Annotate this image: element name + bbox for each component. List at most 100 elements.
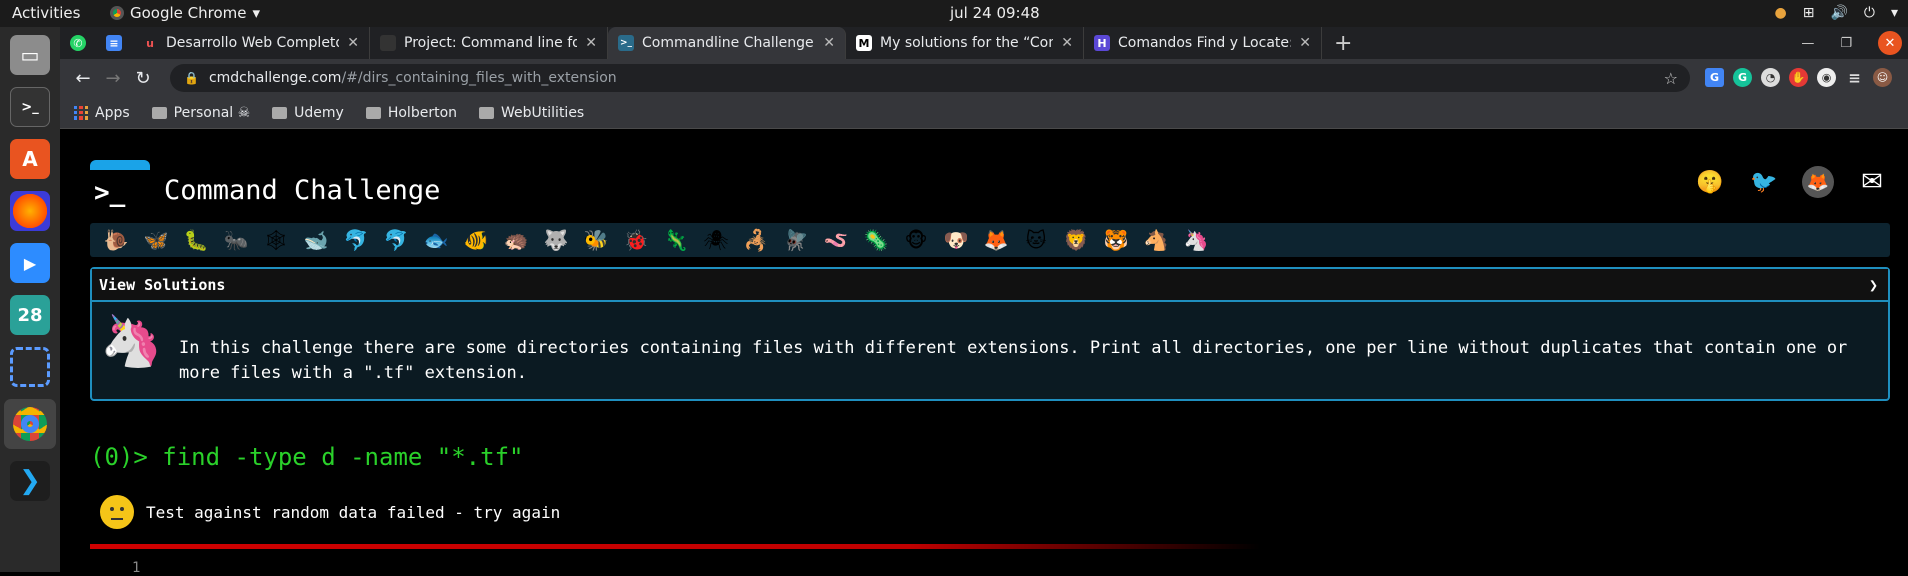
docs-icon: ≡: [106, 35, 122, 51]
firefox-icon[interactable]: [10, 191, 50, 231]
command-line[interactable]: (0)> find -type d -name "*.tf": [90, 443, 523, 471]
challenge-description: In this challenge there are some directo…: [179, 338, 1848, 383]
level-icon[interactable]: 🪰: [776, 223, 816, 257]
back-arrow-icon[interactable]: ←: [68, 68, 98, 89]
screenshot-icon[interactable]: [10, 347, 50, 387]
new-tab-button[interactable]: +: [1322, 27, 1364, 59]
tab-desarrollo-web[interactable]: u Desarrollo Web Completo ✕: [132, 27, 370, 59]
level-icon[interactable]: 🐶: [936, 223, 976, 257]
lock-icon[interactable]: 🔒: [184, 71, 199, 85]
activities-button[interactable]: Activities: [12, 4, 80, 22]
app-menu[interactable]: Google Chrome ▾: [110, 4, 260, 22]
files-icon[interactable]: ▭: [10, 35, 50, 75]
address-bar[interactable]: 🔒 cmdchallenge.com/#/dirs_containing_fil…: [170, 64, 1690, 92]
level-icon[interactable]: 🕷: [696, 223, 736, 257]
view-solutions-toggle[interactable]: View Solutions ❯: [92, 269, 1888, 302]
bookmark-star-icon[interactable]: ☆: [1664, 69, 1678, 88]
level-icon[interactable]: 🦔: [496, 223, 536, 257]
terminal-favicon-icon: >_: [618, 35, 634, 51]
level-icon[interactable]: 🦋: [136, 223, 176, 257]
twitter-icon[interactable]: 🐦: [1748, 166, 1780, 198]
pinned-tab-whatsapp[interactable]: ✆: [60, 27, 96, 59]
level-icon[interactable]: 🐺: [536, 223, 576, 257]
level-icon[interactable]: 🐯: [1096, 223, 1136, 257]
sad-face-icon: [100, 495, 134, 529]
level-icon[interactable]: 🦁: [1056, 223, 1096, 257]
level-selector: 🐌 🦋 🐛 🐜 🕸 🐋 🐬 🐬 🐟 🐠 🦔 🐺 🐝 🐞 🦎 🕷 🦂 🪰 🪱 🦠 🐵 🐶 🦊 🐱 🦁 🐯 🐴 🦄: [90, 223, 1890, 257]
level-icon[interactable]: 🐟: [416, 223, 456, 257]
mail-icon[interactable]: ✉: [1856, 166, 1888, 198]
level-icon[interactable]: 🦊: [976, 223, 1016, 257]
level-icon[interactable]: 🐵: [896, 223, 936, 257]
blog-icon: H: [1094, 35, 1110, 51]
close-icon[interactable]: ✕: [1061, 35, 1073, 51]
eye-icon[interactable]: ◉: [1817, 68, 1836, 87]
close-icon[interactable]: ✕: [823, 35, 835, 51]
level-icon[interactable]: 🪱: [816, 223, 856, 257]
hush-emoji-icon[interactable]: 🤫: [1694, 166, 1726, 198]
forward-arrow-icon[interactable]: →: [98, 68, 128, 89]
reload-icon[interactable]: ↻: [128, 68, 158, 89]
whatsapp-icon: ✆: [70, 35, 86, 51]
terminal-icon[interactable]: >_: [10, 87, 50, 127]
bookmark-personal[interactable]: Personal ☠: [151, 105, 250, 121]
tab-commandline-challenge[interactable]: >_ Commandline Challenge ✕: [608, 27, 846, 59]
level-icon[interactable]: 🕸: [256, 223, 296, 257]
site-logo[interactable]: >_: [90, 160, 150, 210]
reading-list-icon[interactable]: ≡: [1845, 68, 1864, 87]
level-icon[interactable]: 🦎: [656, 223, 696, 257]
level-icon[interactable]: 🐞: [616, 223, 656, 257]
clock[interactable]: jul 24 09:48: [950, 4, 1040, 22]
software-center-icon[interactable]: A: [10, 139, 50, 179]
close-icon[interactable]: ✕: [585, 35, 597, 51]
level-icon[interactable]: 🐛: [176, 223, 216, 257]
avatar[interactable]: ☺: [1873, 68, 1892, 87]
minimize-icon[interactable]: —: [1801, 36, 1814, 51]
calendar-icon[interactable]: 28: [10, 295, 50, 335]
menu-kebab-icon[interactable]: ⋮: [1901, 68, 1908, 87]
bookmark-holberton[interactable]: Holberton: [365, 105, 457, 121]
grammarly-icon[interactable]: G: [1733, 68, 1752, 87]
system-tray[interactable]: ● ⊞ 🔊 ⏻ ▾: [1775, 5, 1899, 21]
folder-icon: [365, 106, 381, 119]
level-icon[interactable]: 🦂: [736, 223, 776, 257]
level-icon[interactable]: 🐬: [336, 223, 376, 257]
volume-icon[interactable]: 🔊: [1830, 5, 1847, 21]
level-icon[interactable]: 🐜: [216, 223, 256, 257]
maximize-icon[interactable]: ❐: [1840, 36, 1852, 51]
translate-icon[interactable]: G: [1705, 68, 1724, 87]
gitlab-icon[interactable]: 🦊: [1802, 166, 1834, 198]
window-close-icon[interactable]: ✕: [1878, 31, 1902, 55]
level-icon[interactable]: 🦠: [856, 223, 896, 257]
level-icon[interactable]: 🦄: [1176, 223, 1216, 257]
tab-comandos-find[interactable]: H Comandos Find y Locate: ✕: [1084, 27, 1322, 59]
close-icon[interactable]: ✕: [347, 35, 359, 51]
vscode-icon[interactable]: ❯: [10, 461, 50, 501]
level-icon[interactable]: 🐝: [576, 223, 616, 257]
level-icon[interactable]: 🐋: [296, 223, 336, 257]
bookmark-label: Udemy: [294, 104, 344, 121]
bookmark-apps[interactable]: Apps: [74, 105, 130, 121]
pinned-tab-docs[interactable]: ≡: [96, 27, 132, 59]
chrome-dock-icon[interactable]: [4, 399, 56, 449]
bookmark-webutilities[interactable]: WebUtilities: [479, 105, 584, 121]
chrome-tray-icon[interactable]: ●: [1775, 5, 1787, 21]
bookmark-udemy[interactable]: Udemy: [272, 105, 344, 121]
system-top-bar: Activities Google Chrome ▾ jul 24 09:48 …: [0, 0, 1908, 27]
zoom-icon[interactable]: ▶: [10, 243, 50, 283]
chevron-down-icon[interactable]: ▾: [1891, 5, 1898, 21]
level-icon[interactable]: 🐬: [376, 223, 416, 257]
logo-bar: [90, 160, 150, 170]
tab-my-solutions[interactable]: M My solutions for the “Com ✕: [846, 27, 1084, 59]
level-icon[interactable]: 🐌: [96, 223, 136, 257]
power-icon[interactable]: ⏻: [1864, 5, 1875, 21]
close-icon[interactable]: ✕: [1299, 35, 1311, 51]
adblock-icon[interactable]: ✋: [1789, 68, 1808, 87]
network-icon[interactable]: ⊞: [1803, 5, 1815, 21]
tab-project-command-line[interactable]: Project: Command line fo ✕: [370, 27, 608, 59]
chevron-right-icon: ❯: [1868, 275, 1878, 294]
level-icon[interactable]: 🐱: [1016, 223, 1056, 257]
level-icon[interactable]: 🐴: [1136, 223, 1176, 257]
speed-icon[interactable]: ◔: [1761, 68, 1780, 87]
level-icon[interactable]: 🐠: [456, 223, 496, 257]
